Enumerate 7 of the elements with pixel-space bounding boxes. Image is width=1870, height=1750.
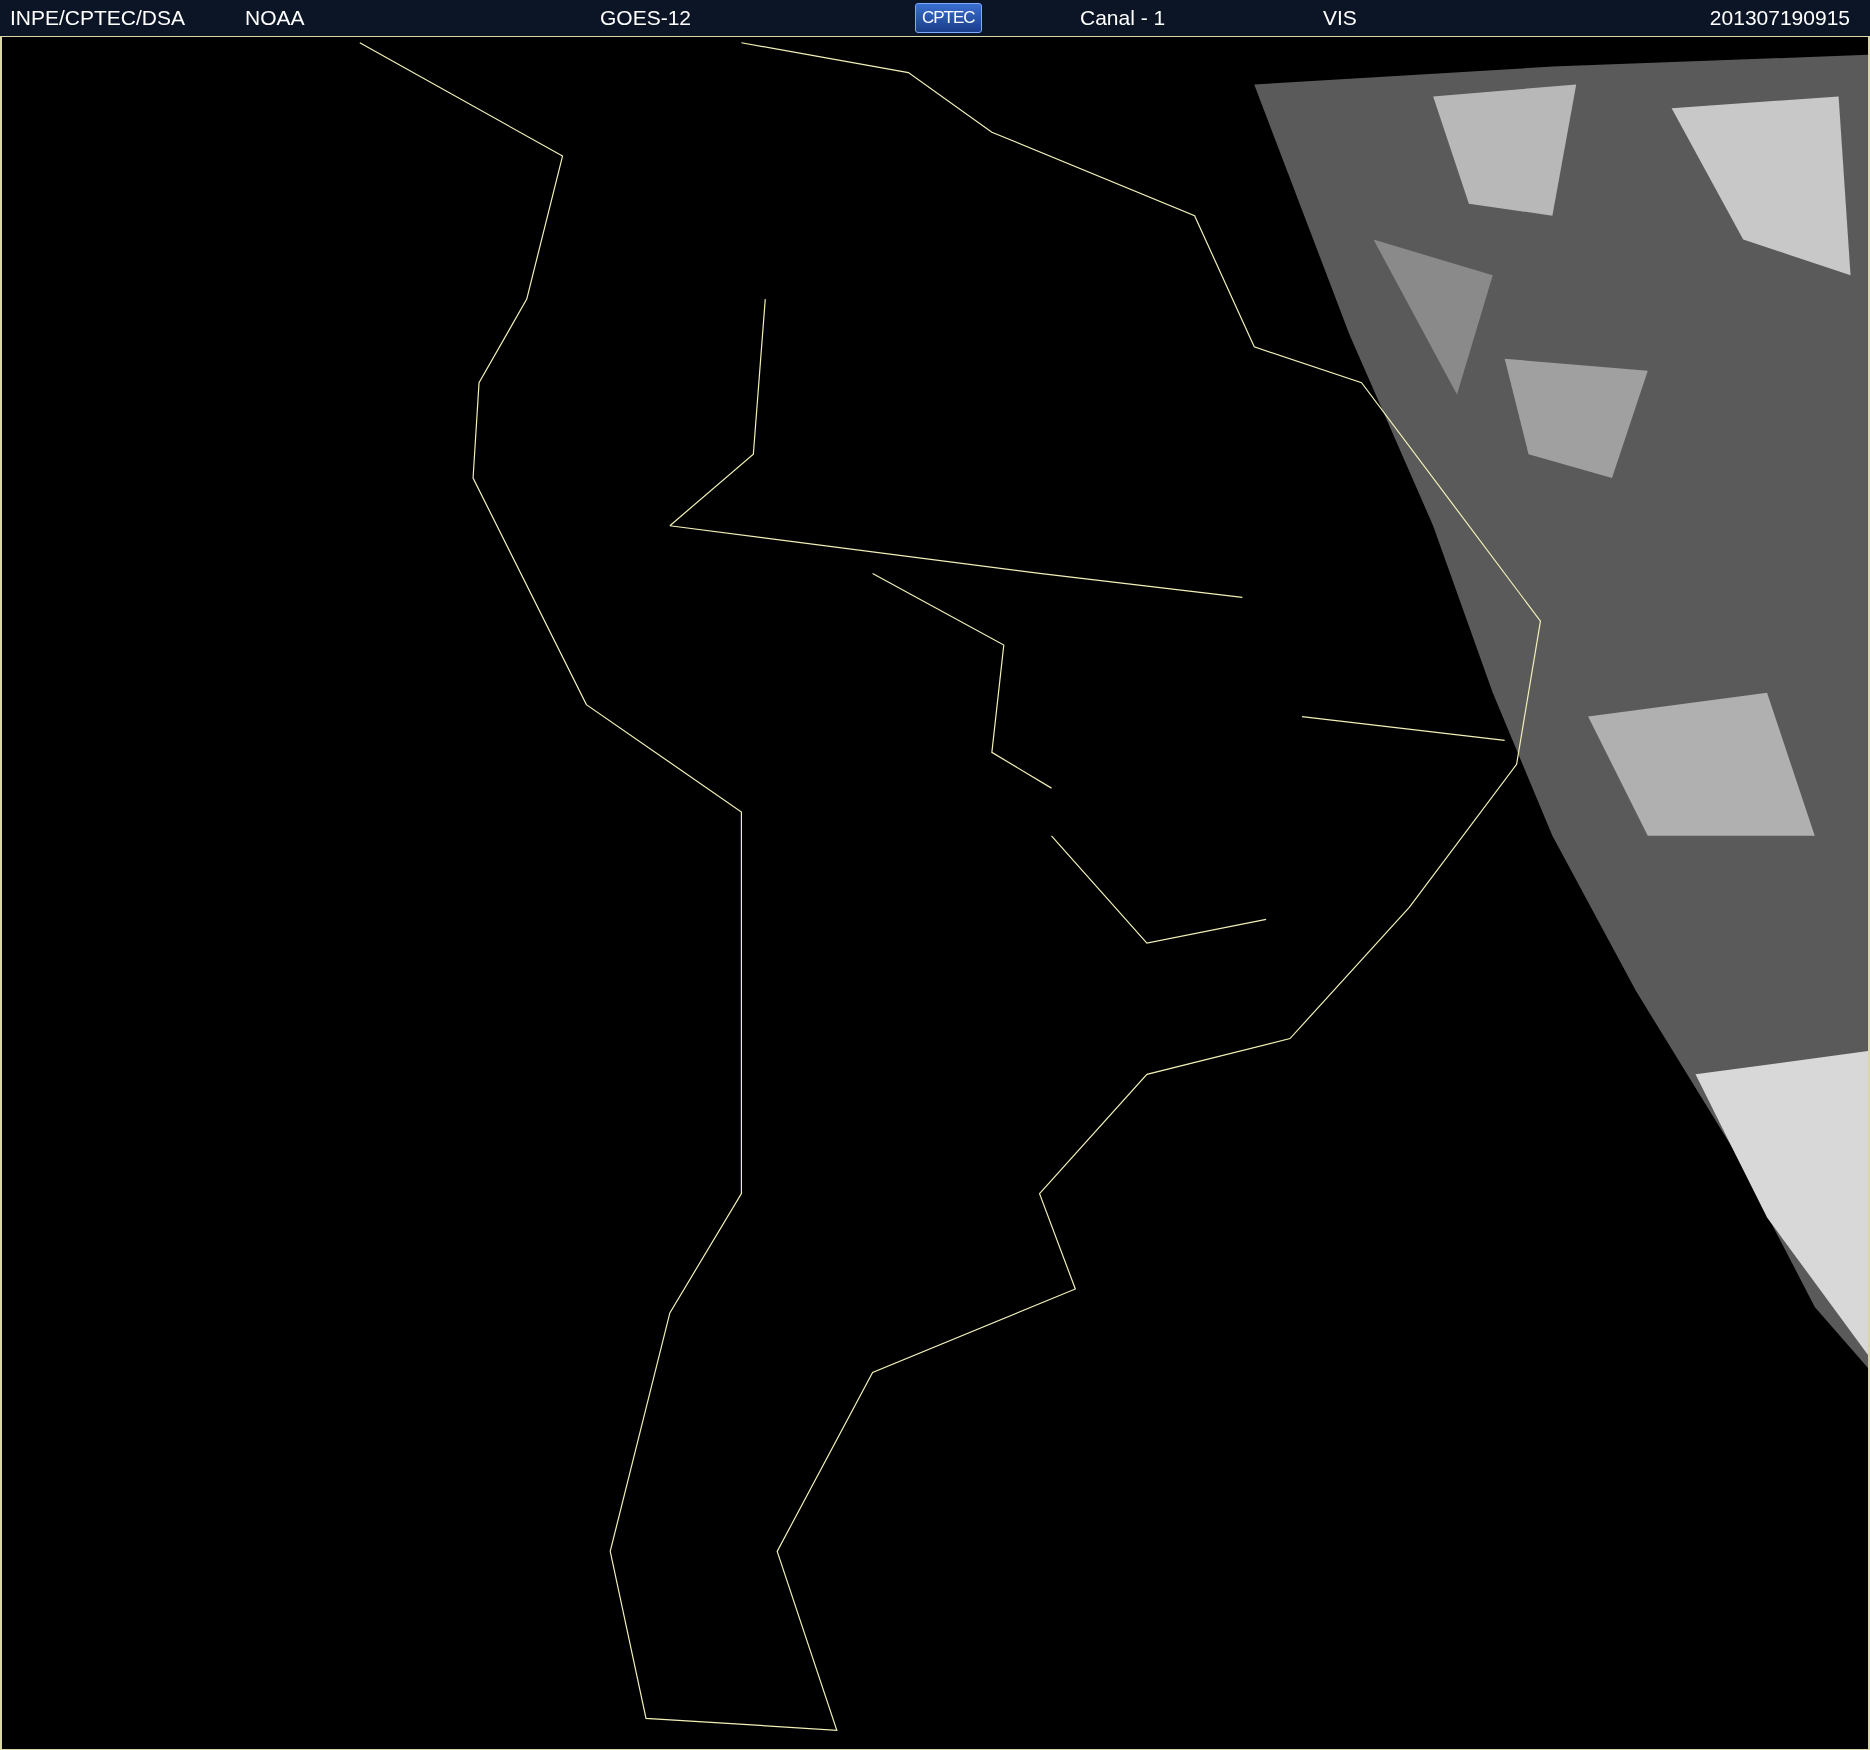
header-label: NOAA: [245, 6, 305, 30]
header-label: INPE/CPTEC/DSA: [10, 6, 186, 30]
header-label: GOES-12: [600, 6, 692, 30]
logo: CPTEC: [915, 3, 982, 33]
header-label: Canal - 1: [1080, 6, 1166, 30]
header-label: VIS: [1323, 6, 1357, 30]
header-label: 201307190915: [1709, 6, 1850, 30]
